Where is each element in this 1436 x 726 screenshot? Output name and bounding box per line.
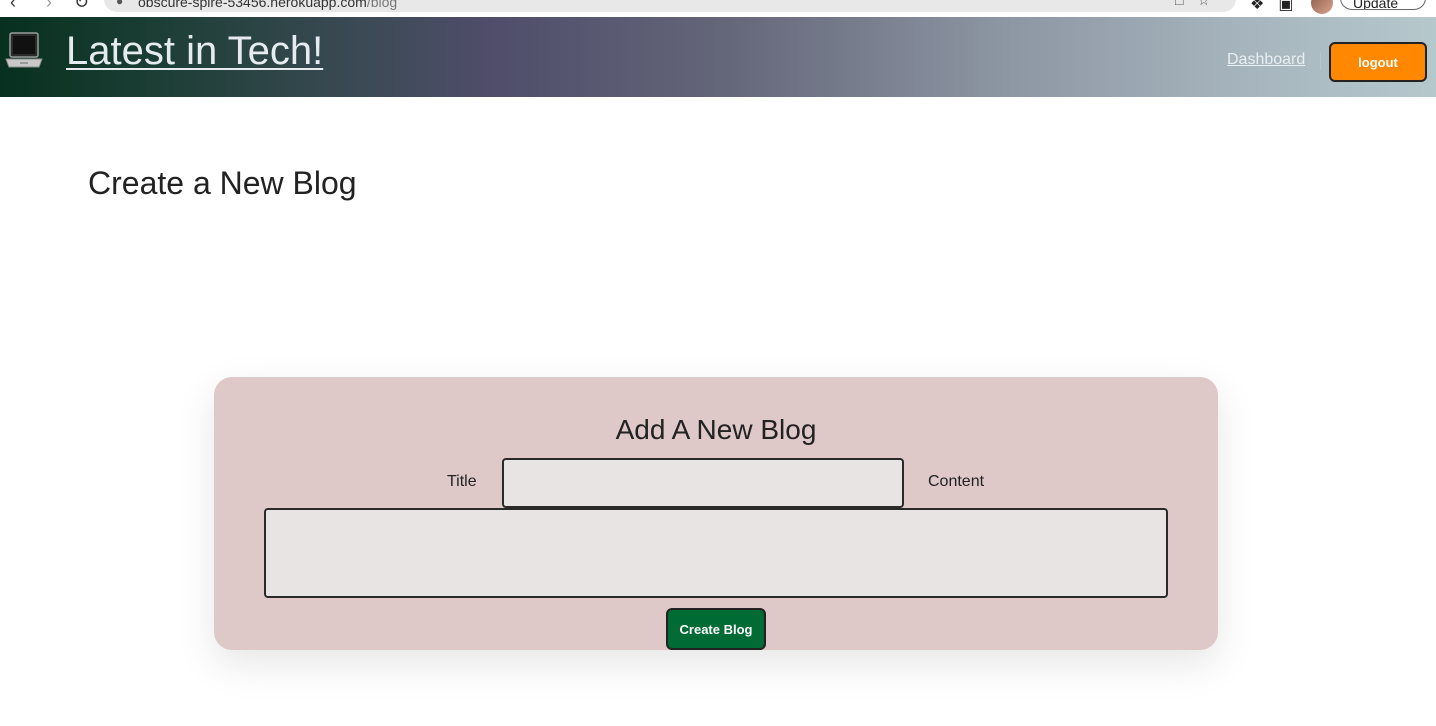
page-title: Create a New Blog <box>88 165 357 201</box>
title-input[interactable] <box>502 458 904 508</box>
new-blog-form: Add A New Blog Title Content Create Blog <box>214 377 1218 650</box>
address-bar[interactable]: ● obscure-spire-53456.herokuapp.com/blog… <box>104 0 1236 12</box>
share-icon[interactable]: □ <box>1175 0 1197 8</box>
form-heading: Add A New Blog <box>615 414 817 445</box>
reload-icon[interactable]: ↻ <box>74 0 89 13</box>
address-bar-icons: □☆ <box>1175 0 1224 9</box>
nav-divider <box>1320 52 1321 70</box>
site-info-icon[interactable]: ● <box>116 0 123 8</box>
update-button[interactable]: Update <box>1340 0 1426 10</box>
browser-toolbar: ‹ › ↻ ● obscure-spire-53456.herokuapp.co… <box>0 0 1436 17</box>
content-textarea[interactable] <box>264 508 1168 598</box>
create-blog-button[interactable]: Create Blog <box>666 608 766 650</box>
back-icon[interactable]: ‹ <box>10 0 16 13</box>
nav-dashboard-link[interactable]: Dashboard <box>1227 51 1305 69</box>
content-label: Content <box>928 473 985 490</box>
site-header: Latest in Tech! Dashboard logout <box>0 17 1436 97</box>
bookmark-star-icon[interactable]: ☆ <box>1197 0 1224 8</box>
profile-avatar[interactable] <box>1311 0 1333 14</box>
extensions-icon[interactable]: ❖ <box>1250 0 1278 13</box>
browser-tools: ❖▣ <box>1250 0 1307 14</box>
forward-icon[interactable]: › <box>46 0 52 13</box>
laptop-icon <box>5 32 43 68</box>
logout-button[interactable]: logout <box>1329 42 1427 82</box>
url-path: /blog <box>366 0 398 10</box>
url-text: obscure-spire-53456.herokuapp.com/blog <box>138 0 397 10</box>
title-label: Title <box>447 473 477 490</box>
tab-search-icon[interactable]: ▣ <box>1278 0 1307 13</box>
site-title-link[interactable]: Latest in Tech! <box>66 29 323 74</box>
url-host: obscure-spire-53456.herokuapp.com <box>138 0 367 10</box>
